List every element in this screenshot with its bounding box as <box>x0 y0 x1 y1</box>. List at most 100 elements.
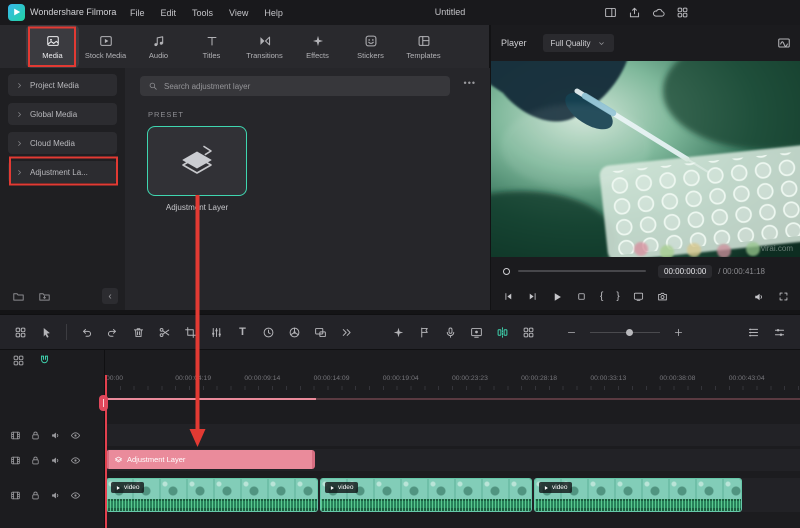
sidebar-collapse-button[interactable]: ‹ <box>102 288 118 304</box>
grid-view-button[interactable] <box>522 326 535 339</box>
tab-label: Effects <box>306 50 329 60</box>
stop-button[interactable] <box>576 291 587 302</box>
screen-record-button[interactable] <box>470 326 483 339</box>
play-button[interactable] <box>551 291 563 303</box>
clip-audio-waveform <box>535 499 741 511</box>
menu-item[interactable]: File <box>130 8 145 18</box>
time-ruler[interactable]: 00:00 00:00:04:19 00:00:09:14 00:00:14:09 00… <box>106 375 800 390</box>
layout-toggle-button[interactable] <box>604 6 617 19</box>
tab-transitions[interactable]: Transitions <box>238 25 291 68</box>
scopes-button[interactable] <box>777 36 791 50</box>
media-bin-button[interactable] <box>14 326 27 339</box>
playhead-grip[interactable] <box>99 395 108 411</box>
delete-button[interactable] <box>132 326 145 339</box>
zoom-slider-handle[interactable] <box>626 328 633 336</box>
voiceover-button[interactable] <box>444 326 457 339</box>
display-mode-button[interactable] <box>633 291 644 302</box>
clip-audio-waveform <box>107 499 317 511</box>
apps-grid-button[interactable] <box>676 6 689 19</box>
lock-icon[interactable] <box>30 430 41 441</box>
adjustment-layer-clip[interactable]: Adjustment Layer <box>106 450 315 469</box>
redo-button[interactable] <box>106 326 119 339</box>
mute-icon[interactable] <box>50 490 61 501</box>
menu-item[interactable]: Help <box>264 8 283 18</box>
menu-item[interactable]: Edit <box>161 8 177 18</box>
adjustment-layer-preset-card[interactable] <box>147 126 247 196</box>
more-tools-button[interactable] <box>340 326 353 339</box>
zoom-in-button[interactable] <box>673 327 684 338</box>
mark-out-button[interactable]: } <box>616 291 619 302</box>
video-clip[interactable]: video <box>106 478 318 512</box>
marker-button[interactable] <box>418 326 431 339</box>
tab-effects[interactable]: Effects <box>291 25 344 68</box>
ai-tools-button[interactable] <box>392 326 405 339</box>
timeline-settings-button[interactable] <box>773 326 786 339</box>
ruler-timestamp: 00:00:33:13 <box>590 375 627 382</box>
timeline-zoom-slider[interactable] <box>590 326 660 339</box>
seek-bar[interactable] <box>518 270 646 272</box>
cloud-button[interactable] <box>652 6 665 19</box>
pip-mask-button[interactable] <box>314 326 327 339</box>
tab-stickers[interactable]: Stickers <box>344 25 397 68</box>
next-frame-button[interactable] <box>527 291 538 302</box>
export-button[interactable] <box>628 6 641 19</box>
chevron-right-icon <box>15 168 24 177</box>
mute-icon[interactable] <box>50 455 61 466</box>
app-name: Wondershare Filmora <box>30 7 117 17</box>
tab-templates[interactable]: Templates <box>397 25 450 68</box>
volume-button[interactable] <box>753 291 765 303</box>
sidebar-item-global-media[interactable]: Global Media <box>8 103 117 125</box>
crop-button[interactable] <box>184 326 197 339</box>
timeline-track-3 <box>105 424 800 446</box>
current-timecode[interactable]: 00:00:00:00 <box>658 264 713 278</box>
video-clip[interactable]: video <box>534 478 742 512</box>
sidebar-item-project-media[interactable]: Project Media <box>8 74 117 96</box>
ruler-timestamp: 00:00 <box>106 375 124 382</box>
clip-label: video <box>552 484 568 491</box>
quality-dropdown[interactable]: Full Quality <box>542 34 614 52</box>
sidebar-item-adjustment-layer[interactable]: Adjustment La... <box>8 161 117 183</box>
sidebar-item-cloud-media[interactable]: Cloud Media <box>8 132 117 154</box>
visibility-icon[interactable] <box>70 490 81 501</box>
mute-icon[interactable] <box>50 430 61 441</box>
fullscreen-button[interactable] <box>778 291 789 302</box>
track-type-icon <box>10 430 21 441</box>
visibility-icon[interactable] <box>70 430 81 441</box>
speed-button[interactable] <box>262 326 275 339</box>
visibility-icon[interactable] <box>70 455 81 466</box>
seek-handle[interactable] <box>503 267 510 275</box>
tab-audio[interactable]: Audio <box>132 25 185 68</box>
tab-titles[interactable]: Titles <box>185 25 238 68</box>
zoom-out-button[interactable] <box>566 327 577 338</box>
select-tool-button[interactable] <box>40 326 53 339</box>
tab-stock-media[interactable]: Stock Media <box>79 25 132 68</box>
menu-item[interactable]: View <box>229 8 248 18</box>
manage-tracks-button[interactable] <box>12 354 25 367</box>
lock-icon[interactable] <box>30 455 41 466</box>
search-input[interactable]: Search adjustment layer <box>140 76 450 96</box>
menu-item[interactable]: Tools <box>192 8 213 18</box>
ruler-timestamp: 00:00:28:18 <box>521 375 558 382</box>
media-folder-icon[interactable] <box>12 290 25 303</box>
color-correction-button[interactable] <box>288 326 301 339</box>
split-scissors-button[interactable] <box>158 326 171 339</box>
video-clip[interactable]: video <box>320 478 532 512</box>
quick-split-button[interactable] <box>496 326 509 339</box>
previous-frame-button[interactable] <box>503 291 514 302</box>
toolbar-divider <box>66 324 67 340</box>
audio-mixer-button[interactable] <box>210 326 223 339</box>
snap-toggle-button[interactable] <box>38 354 51 367</box>
text-tool-icon[interactable]: T <box>236 326 249 338</box>
chevron-right-icon <box>15 81 24 90</box>
snapshot-button[interactable] <box>657 291 668 302</box>
track-manager-button[interactable] <box>747 326 760 339</box>
mark-in-button[interactable]: { <box>600 291 603 302</box>
undo-button[interactable] <box>80 326 93 339</box>
library-panel: Search adjustment layer ••• PRESET Adjus… <box>125 68 490 310</box>
tab-media[interactable]: Media <box>26 25 79 68</box>
menu-bar: File Edit Tools View Help <box>130 0 283 25</box>
library-more-button[interactable]: ••• <box>464 78 476 88</box>
tab-label: Media <box>42 50 63 60</box>
import-folder-icon[interactable] <box>38 290 51 303</box>
lock-icon[interactable] <box>30 490 41 501</box>
